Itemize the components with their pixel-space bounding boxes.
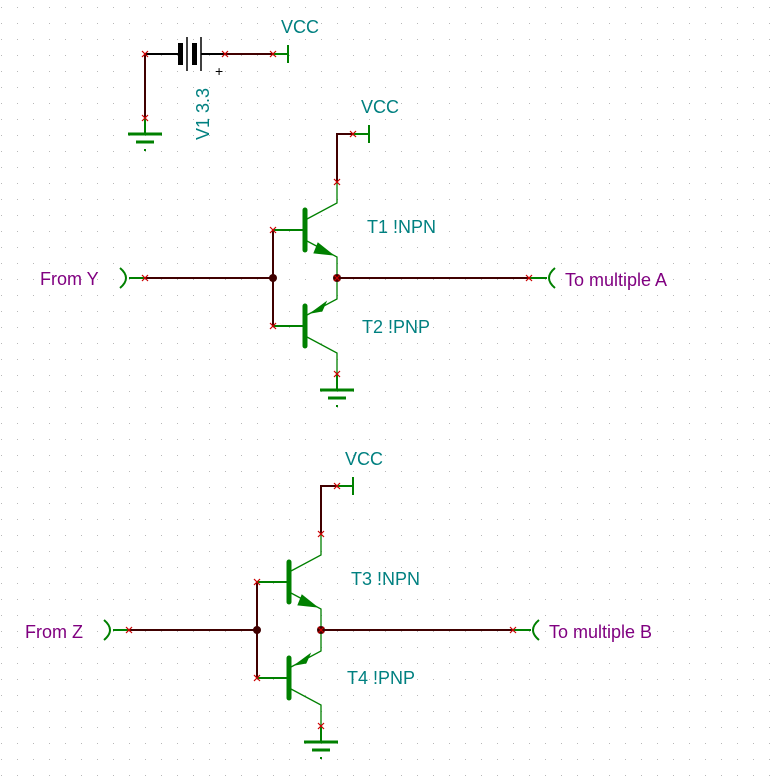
transistor-label: T4 !PNP — [347, 668, 415, 688]
grid-dots — [1, 7, 770, 776]
vcc-rail-icon — [337, 477, 354, 495]
output-port-label: To multiple B — [549, 622, 652, 642]
output-port-icon — [548, 267, 556, 289]
junction-dot-icon — [253, 626, 261, 634]
transistor-t1[interactable]: T1 !NPN — [273, 182, 436, 278]
polarity-plus-mark: + — [215, 63, 223, 79]
vcc-rail-icon — [353, 125, 370, 143]
collector-lead — [306, 182, 338, 220]
stage-b: From Z T3 !NPN VCC T4 !PNP To multiple B — [25, 449, 652, 759]
emitter-arrow-icon — [310, 300, 328, 314]
input-port-from-y[interactable]: From Y — [40, 267, 145, 289]
vcc-label: VCC — [281, 17, 319, 37]
output-port-icon — [532, 619, 540, 641]
vcc-label: VCC — [361, 97, 399, 117]
output-port-to-multiple-b[interactable]: To multiple B — [513, 619, 652, 642]
emitter-arrow-icon — [313, 242, 335, 256]
input-port-label: From Y — [40, 269, 99, 289]
wire — [320, 485, 337, 534]
input-port-label: From Z — [25, 622, 83, 642]
transistor-t4[interactable]: T4 !PNP — [257, 630, 415, 726]
output-port-to-multiple-a[interactable]: To multiple A — [529, 267, 667, 290]
power-source-v1[interactable]: VCC + V1 3.3 — [128, 17, 319, 151]
stage-a: From Y T1 !NPN VCC T2 !PNP To multiple A — [40, 97, 667, 407]
input-port-icon — [119, 267, 127, 289]
transistor-label: T3 !NPN — [351, 569, 420, 589]
schematic-svg: VCC + V1 3.3 From Y T1 !NPN VCC T2 !PNP … — [1, 7, 770, 776]
input-port-icon — [103, 619, 111, 641]
transistor-t2[interactable]: T2 !PNP — [273, 278, 430, 374]
collector-lead — [290, 688, 322, 726]
transistor-label: T1 !NPN — [367, 217, 436, 237]
transistor-t3[interactable]: T3 !NPN — [257, 534, 420, 630]
ground-icon — [304, 726, 338, 759]
wire — [336, 133, 353, 182]
emitter-arrow-icon — [294, 652, 312, 666]
battery-icon — [178, 37, 202, 71]
collector-lead — [290, 534, 322, 572]
vcc-rail-icon — [273, 45, 289, 63]
battery-label: V1 3.3 — [193, 88, 213, 140]
input-port-from-z[interactable]: From Z — [25, 619, 129, 642]
ground-icon — [128, 118, 162, 151]
emitter-arrow-icon — [297, 594, 319, 608]
output-port-label: To multiple A — [565, 270, 667, 290]
transistor-label: T2 !PNP — [362, 317, 430, 337]
junction-dot-icon — [269, 274, 277, 282]
collector-lead — [306, 336, 338, 374]
ground-icon — [320, 374, 354, 407]
schematic-canvas[interactable]: VCC + V1 3.3 From Y T1 !NPN VCC T2 !PNP … — [0, 0, 777, 777]
vcc-label: VCC — [345, 449, 383, 469]
